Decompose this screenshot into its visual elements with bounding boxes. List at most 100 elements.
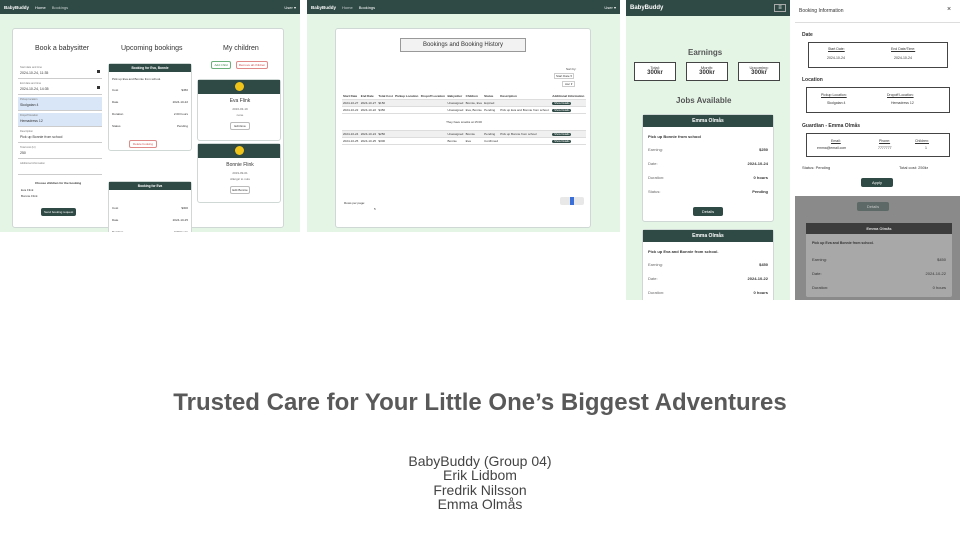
form-field-value: Hemadress 12	[20, 119, 43, 123]
child-name: Bonnie Flink	[226, 162, 254, 168]
edit-child-button[interactable]: Edit Bonnie	[230, 186, 250, 194]
form-field-label: End date and time	[20, 82, 42, 85]
show-details-button[interactable]: Show Details	[552, 140, 572, 143]
form-field[interactable]: Additional information	[18, 161, 102, 175]
brand[interactable]: BabyBuddy	[630, 5, 663, 11]
booking-row: Cost $300	[112, 206, 188, 210]
earnings-box: Month: 300kr	[686, 62, 728, 81]
nav-home[interactable]: Home	[35, 5, 46, 10]
booking-row: Status Pending	[112, 124, 188, 128]
apply-button[interactable]: Apply	[861, 178, 893, 187]
table-cell: 2024-10-27	[342, 99, 360, 107]
table-cell: Unassigned	[446, 130, 465, 138]
show-details-button[interactable]: Show Details	[552, 102, 572, 105]
pickup-label: Pickup Location:	[821, 93, 847, 97]
start-value: 2024-10-24	[827, 56, 845, 60]
show-details-button[interactable]: Show Details	[552, 133, 572, 136]
delete-booking-button[interactable]: Delete booking	[129, 140, 157, 148]
close-icon[interactable]: ×	[947, 6, 951, 13]
screenshot-bookings: BabyBuddy Home Bookings User ▾ Bookings …	[307, 0, 620, 232]
hamburger-icon[interactable]: ≡	[774, 4, 786, 12]
table-cell: Bonnie	[464, 130, 484, 138]
send-booking-button[interactable]: Send booking request	[41, 208, 77, 216]
table-cell	[419, 130, 447, 138]
date-box	[808, 42, 948, 68]
table-cell: Bonnie, Eva	[464, 99, 484, 107]
navbar: BabyBuddy ≡	[626, 0, 790, 16]
form-field[interactable]: Pickup location Skolgatan 4	[18, 97, 102, 111]
booking-row-value: 2024-10-25	[172, 218, 188, 222]
table-row: 2024-10-24 2024-10-24 $250 Unassigned Bonnie…	[342, 130, 586, 138]
child-notes: Allergic to nuts	[230, 177, 250, 181]
author-name: Erik Lidbom	[443, 467, 517, 483]
bg-job-row-label: Earning:	[812, 257, 827, 262]
job-row: Duration: 0 hours	[648, 290, 768, 295]
modal-title: Booking Information	[799, 8, 844, 14]
booking-card: Booking for Eva Cost $300 Date 2024-10-25 Dur…	[108, 181, 192, 232]
calendar-icon[interactable]	[97, 70, 100, 73]
end-value: 2024-10-24	[894, 56, 912, 60]
table-cell: Bonnie	[446, 137, 465, 145]
form-field-label: Dropoff location	[20, 114, 39, 117]
table-row: 2024-10-27 2024-10-27 $150 Unassigned Bonnie…	[342, 99, 586, 107]
booking-row: Date 2024-10-25	[112, 218, 188, 222]
bookings-panel: Bookings and Booking History Sort by: St…	[335, 28, 591, 228]
table-cell: 2024-10-24	[342, 130, 360, 138]
booking-row-label: Duration	[112, 230, 124, 232]
rows-per-page-select[interactable]: 5	[374, 207, 376, 211]
pagination[interactable]	[560, 197, 584, 205]
remove-children-button[interactable]: Remove all children	[236, 61, 268, 69]
sort-select[interactable]: Start Date ▾	[554, 73, 574, 79]
form-field[interactable]: Dropoff location Hemadress 12	[18, 113, 102, 127]
bg-job-row-label: Duration:	[812, 285, 829, 290]
brand[interactable]: BabyBuddy	[311, 5, 336, 10]
job-desc: Pick up Eva and Bonnie from school.	[648, 249, 719, 254]
kid-option[interactable]: Bonnie Flink	[21, 194, 38, 198]
form-field[interactable]: End date and time 2024-10-24, 14:35	[18, 81, 102, 95]
order-select[interactable]: Asc ▾	[562, 81, 576, 87]
nav-home[interactable]: Home	[342, 5, 353, 10]
bg-job-card: Emma Olmås Pick up Eva and Bonnie from s…	[805, 222, 953, 298]
form-field[interactable]: Total cost (kr) 250	[18, 145, 102, 159]
table-cell	[499, 99, 552, 107]
nav-bookings[interactable]: Bookings	[359, 5, 375, 10]
brand[interactable]: BabyBuddy	[4, 5, 29, 10]
show-details-button[interactable]: Show Details	[552, 109, 572, 112]
table-cell: Pending	[483, 130, 500, 138]
table-cell: $250	[377, 130, 395, 138]
form-field[interactable]: Start date and time 2024-10-24, 11:35	[18, 65, 102, 79]
child-avatar-icon	[235, 82, 244, 91]
child-name: Eva Flink	[229, 98, 251, 104]
add-child-button[interactable]: Add Child	[211, 61, 231, 69]
edit-child-button[interactable]: Edit Eva	[230, 122, 250, 130]
guardian-heading: Guardian - Emma Olmås	[802, 123, 861, 129]
user-menu[interactable]: User ▾	[284, 5, 296, 10]
location-heading: Location	[802, 77, 823, 83]
children-title: My children	[223, 45, 259, 52]
modal: Booking Information × Date Start Date: 2…	[795, 0, 960, 196]
total-cost-text: Total cost: 250kr	[899, 165, 929, 170]
calendar-icon[interactable]	[97, 86, 100, 89]
form-field-value: Pick up Bonnie from school	[20, 135, 63, 139]
email-value: emma@email.com	[817, 146, 847, 150]
guardian-box	[806, 133, 950, 157]
details-button[interactable]: Details	[693, 207, 723, 216]
form-field-label: Additional information	[20, 162, 45, 165]
dropoff-value: Hemadress 12	[891, 101, 914, 105]
booking-card-header: Booking for Eva, Bonnie	[109, 64, 191, 72]
form-field[interactable]: Description Pick up Bonnie from school	[18, 129, 102, 143]
booking-row-value: Pending	[176, 124, 188, 128]
form-field-value: Skolgatan 4	[20, 103, 39, 107]
job-row-value: $450	[759, 262, 768, 267]
upcoming-title: Upcoming bookings	[121, 45, 183, 52]
table-cell	[499, 137, 552, 145]
bookings-title: Bookings and Booking History	[400, 38, 526, 52]
table-cell	[394, 106, 420, 114]
user-menu[interactable]: User ▾	[604, 5, 616, 10]
kid-option[interactable]: Eva Flink	[21, 188, 33, 192]
end-label: End Date/Time:	[891, 47, 916, 51]
nav-bookings[interactable]: Bookings	[52, 5, 68, 10]
booking-row: Date 2024-10-22	[112, 100, 188, 104]
bookings-table: Start Date End Date Total Cost Pickup Locat…	[342, 93, 586, 145]
job-row: Date: 2024-10-22	[648, 276, 768, 281]
